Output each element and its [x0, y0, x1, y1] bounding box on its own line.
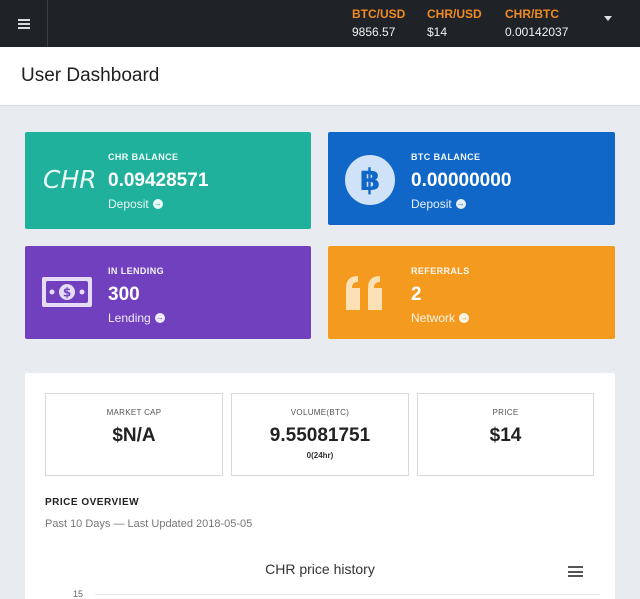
ticker-value: 9856.57	[352, 25, 396, 39]
ticker-chr-usd: CHR/USD $14	[427, 7, 482, 39]
stat-value: $14	[489, 425, 522, 446]
menu-icon	[17, 18, 30, 29]
quote-icon	[344, 274, 386, 317]
chr-balance-card: CHR CHR BALANCE 0.09428571 Deposit →	[25, 132, 311, 229]
card-value: 0.09428571	[108, 170, 209, 191]
link-label: Deposit	[411, 197, 452, 211]
stat-value: $N/A	[112, 425, 156, 446]
money-bill-icon: $	[41, 276, 93, 313]
card-value: 2	[411, 284, 422, 305]
market-cap-stat: MARKET CAP $N/A	[45, 393, 223, 476]
price-stat: PRICE $14	[417, 393, 594, 476]
price-overview-panel: MARKET CAP $N/A VOLUME(BTC) 9.55081751 0…	[25, 373, 615, 599]
menu-toggle-button[interactable]	[0, 0, 48, 47]
arrow-circle-icon: →	[455, 199, 466, 209]
top-navbar: BTC/USD 9856.57 CHR/USD $14 CHR/BTC 0.00…	[0, 0, 640, 47]
link-label: Lending	[108, 311, 151, 325]
stat-label: PRICE	[492, 408, 519, 417]
price-overview-title: PRICE OVERVIEW	[45, 497, 140, 508]
chr-logo: CHR	[43, 165, 97, 194]
stat-label: MARKET CAP	[106, 408, 162, 417]
ticker-value: $14	[427, 25, 448, 39]
svg-text:$: $	[63, 286, 71, 300]
deposit-chr-link[interactable]: Deposit →	[108, 197, 163, 211]
card-label: IN LENDING	[108, 266, 165, 276]
svg-text:฿: ฿	[360, 163, 381, 197]
ticker-pair: CHR/USD	[427, 7, 482, 21]
volume-stat: VOLUME(BTC) 9.55081751 0(24hr)	[231, 393, 409, 476]
chart-title: CHR price history	[265, 561, 375, 577]
y-tick-label: 15	[73, 589, 84, 599]
referrals-card: REFERRALS 2 Network →	[328, 246, 615, 339]
lending-link[interactable]: Lending →	[108, 311, 165, 325]
btc-balance-card: ฿ BTC BALANCE 0.00000000 Deposit →	[328, 132, 615, 225]
ticker-pair: BTC/USD	[352, 7, 406, 21]
card-label: BTC BALANCE	[411, 152, 481, 162]
stat-label: VOLUME(BTC)	[290, 408, 350, 417]
page-title: User Dashboard	[21, 65, 160, 86]
arrow-circle-icon: →	[152, 199, 163, 209]
ticker-pair: CHR/BTC	[505, 7, 559, 21]
ticker-btc-usd: BTC/USD 9856.57	[352, 7, 405, 39]
ticker-chr-btc: CHR/BTC 0.00142037	[505, 7, 568, 39]
network-link[interactable]: Network →	[411, 311, 470, 325]
link-label: Deposit	[108, 197, 149, 211]
card-label: REFERRALS	[411, 266, 470, 276]
chart-gridline	[95, 594, 600, 595]
lending-card: $ IN LENDING 300 Lending →	[25, 246, 311, 339]
card-value: 0.00000000	[411, 170, 512, 191]
arrow-circle-icon: →	[154, 313, 165, 323]
stat-subvalue: 0(24hr)	[306, 451, 334, 460]
card-value: 300	[108, 284, 140, 305]
arrow-circle-icon: →	[459, 313, 470, 323]
chevron-down-icon[interactable]	[604, 16, 612, 21]
deposit-btc-link[interactable]: Deposit →	[411, 197, 466, 211]
card-label: CHR BALANCE	[108, 152, 179, 162]
bitcoin-icon: ฿	[345, 155, 395, 205]
link-label: Network	[411, 311, 456, 325]
price-overview-subtitle: Past 10 Days — Last Updated 2018-05-05	[45, 518, 253, 530]
page-header: User Dashboard	[0, 47, 640, 106]
chart-menu-icon[interactable]	[568, 566, 583, 577]
stat-value: 9.55081751	[269, 425, 371, 446]
ticker-value: 0.00142037	[505, 25, 569, 39]
